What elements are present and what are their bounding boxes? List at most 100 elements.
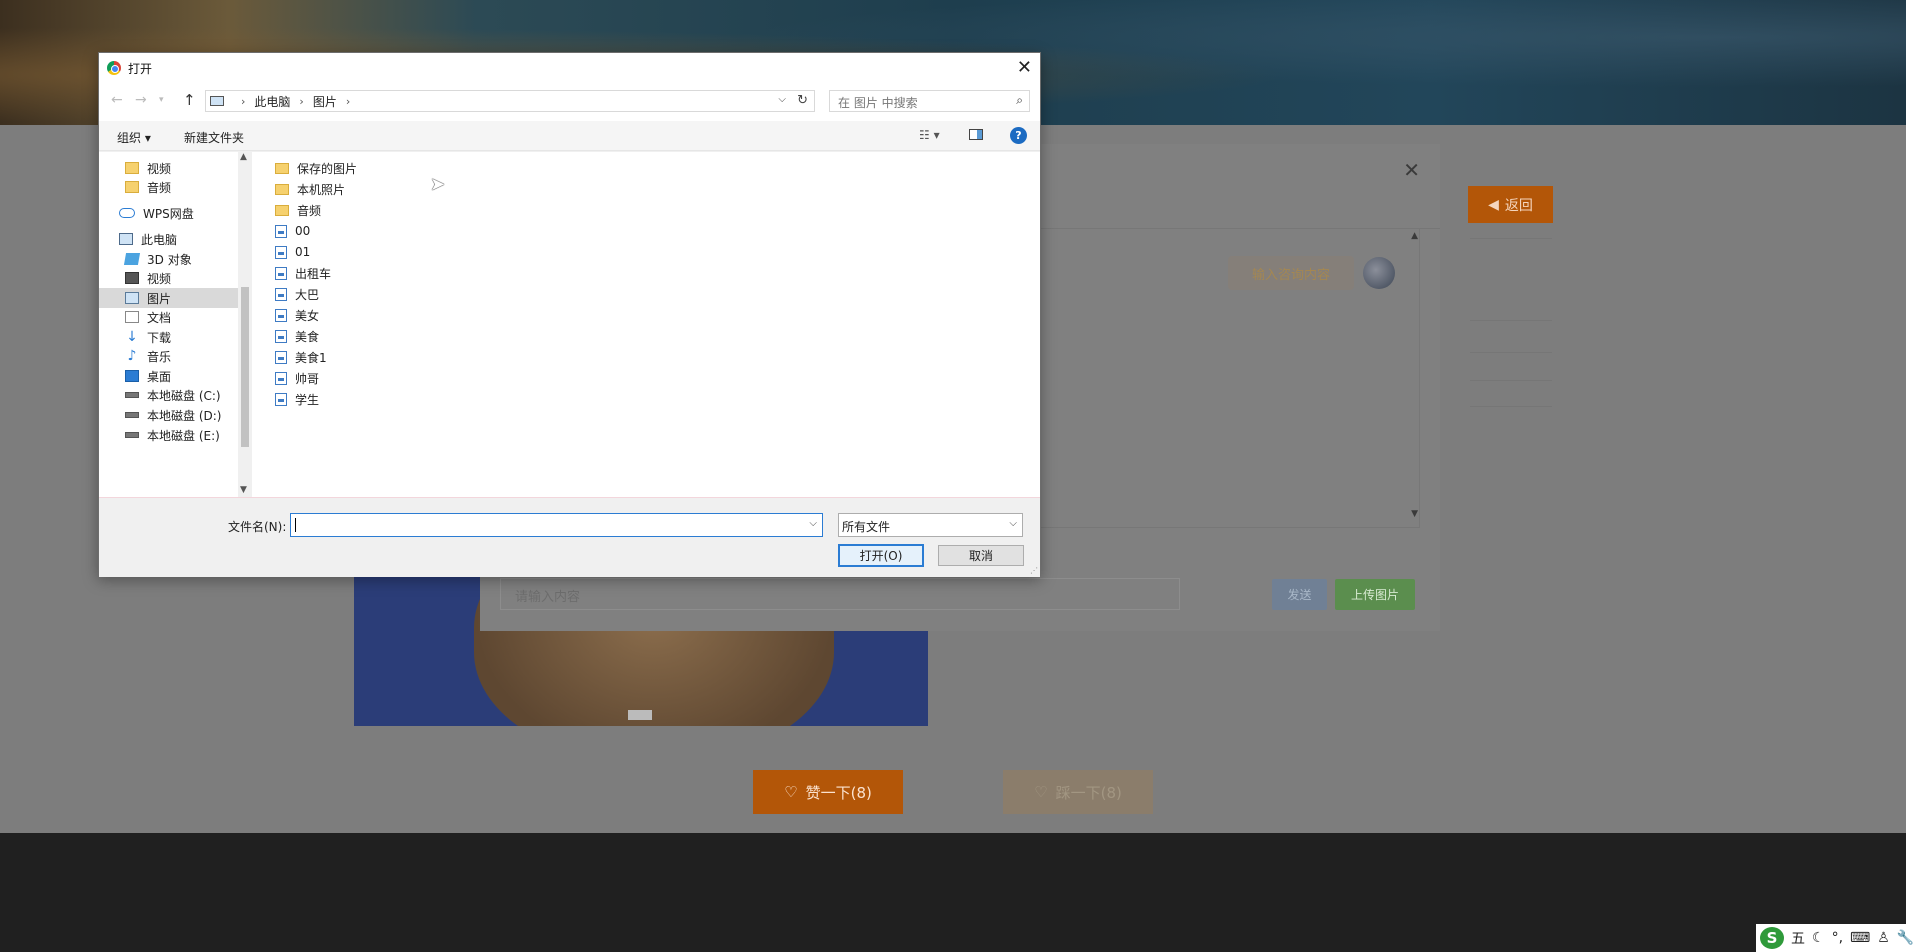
sogou-icon[interactable]: S <box>1760 927 1784 949</box>
nav-item[interactable]: 本地磁盘 (C:) <box>99 385 238 405</box>
nav-item[interactable]: WPS网盘 <box>99 203 238 223</box>
nav-scrollbar[interactable]: ▲ ▼ <box>238 152 252 497</box>
file-name: 01 <box>295 245 311 259</box>
file-item[interactable]: 美食1 <box>275 347 327 367</box>
scroll-down-icon[interactable]: ▼ <box>240 485 247 495</box>
search-icon: ⌕ <box>1016 93 1023 107</box>
open-button[interactable]: 打开(O) <box>838 544 924 567</box>
file-item[interactable]: 帅哥 <box>275 368 319 388</box>
scroll-up-icon[interactable]: ▲ <box>240 152 247 162</box>
scroll-down-icon[interactable]: ▼ <box>1411 509 1418 519</box>
file-item[interactable]: 保存的图片 <box>275 158 357 178</box>
cancel-button[interactable]: 取消 <box>938 545 1024 566</box>
recent-dropdown-icon[interactable]: ▾ <box>159 95 164 105</box>
nav-item[interactable]: 桌面 <box>99 366 238 386</box>
breadcrumb-item[interactable]: 图片 <box>313 93 337 110</box>
up-arrow-icon[interactable]: ↑ <box>183 91 196 109</box>
nav-item[interactable]: 3D 对象 <box>99 249 238 269</box>
file-item[interactable]: 美女 <box>275 305 319 325</box>
file-item[interactable]: 01 <box>275 242 310 262</box>
ime-mode[interactable]: 五 <box>1791 928 1805 948</box>
punctuation-icon[interactable]: °, <box>1832 930 1843 946</box>
chat-input[interactable]: 请输入内容 <box>500 578 1180 610</box>
nav-item[interactable]: 视频 <box>99 158 238 178</box>
filetype-select[interactable]: 所有文件 ⌵ <box>838 513 1023 537</box>
file-item[interactable]: 学生 <box>275 389 319 409</box>
image-file-icon <box>275 329 287 343</box>
address-bar[interactable]: › 此电脑 › 图片 › ⌵ ↻ <box>205 90 815 112</box>
nav-item[interactable]: 本地磁盘 (D:) <box>99 405 238 425</box>
person-icon[interactable]: ♙ <box>1877 930 1890 946</box>
divider <box>1470 380 1552 381</box>
file-item[interactable]: 美食 <box>275 326 319 346</box>
back-button[interactable]: ◀ 返回 <box>1468 186 1553 223</box>
nav-item-label: 3D 对象 <box>147 252 192 267</box>
close-icon[interactable]: ✕ <box>1403 158 1420 182</box>
preview-pane-icon[interactable] <box>969 129 983 140</box>
forward-arrow-icon[interactable]: → <box>135 92 147 108</box>
drive-icon <box>125 392 139 398</box>
search-input[interactable]: 在 图片 中搜索 ⌕ <box>829 90 1030 112</box>
view-options-icon[interactable]: ☷ ▾ <box>919 128 940 142</box>
folder-icon <box>125 181 139 193</box>
close-icon[interactable]: ✕ <box>1017 57 1032 78</box>
file-name: 学生 <box>295 392 320 407</box>
nav-item-label: 文档 <box>147 310 172 325</box>
breadcrumb-item[interactable]: 此电脑 <box>254 93 290 110</box>
nav-item[interactable]: 音频 <box>99 177 238 197</box>
file-name: 大巴 <box>295 287 320 302</box>
file-list: 保存的图片本机照片音频 00 01 出租车大巴美女 美食美食1 帅哥学生 <box>252 152 1040 497</box>
refresh-icon[interactable]: ↻ <box>797 93 808 108</box>
ime-toolbar[interactable]: S 五 ☾ °, ⌨ ♙ 🔧 <box>1756 924 1920 952</box>
folder-icon <box>275 204 289 216</box>
send-button[interactable]: 发送 <box>1272 579 1327 610</box>
chevron-down-icon[interactable]: ⌵ <box>809 518 817 529</box>
back-arrow-icon[interactable]: ← <box>111 92 123 108</box>
dialog-titlebar[interactable]: 打开 ✕ <box>99 53 1040 83</box>
filename-input[interactable]: ⌵ <box>290 513 823 537</box>
file-name: 美食1 <box>295 350 327 365</box>
nav-item[interactable]: ↓ 下载 <box>99 327 238 347</box>
file-item[interactable]: 音频 <box>275 200 321 220</box>
chevron-down-icon[interactable]: ⌵ <box>778 94 786 105</box>
help-icon[interactable]: ? <box>1010 127 1027 144</box>
file-item[interactable]: 大巴 <box>275 284 319 304</box>
file-item[interactable]: 出租车 <box>275 263 331 283</box>
resize-grip-icon[interactable]: ⋰ <box>1030 566 1038 575</box>
file-name: 本机照片 <box>297 182 346 197</box>
moon-icon[interactable]: ☾ <box>1812 930 1825 946</box>
nav-item-label: WPS网盘 <box>143 206 194 221</box>
dislike-button[interactable]: ♡ 踩一下(8) <box>1003 770 1153 814</box>
nav-item[interactable]: 图片 <box>99 288 238 308</box>
file-open-dialog: 打开 ✕ ← → ▾ ↑ › 此电脑 › 图片 › ⌵ ↻ 在 图片 中搜索 ⌕… <box>98 52 1041 577</box>
organize-menu[interactable]: 组织 ▾ <box>117 129 151 146</box>
nav-item[interactable]: ♪ 音乐 <box>99 346 238 366</box>
carousel-indicator[interactable] <box>628 710 652 720</box>
navigation-bar: ← → ▾ ↑ › 此电脑 › 图片 › ⌵ ↻ 在 图片 中搜索 ⌕ <box>99 83 1040 121</box>
nav-item[interactable]: 文档 <box>99 307 238 327</box>
document-icon <box>125 311 139 323</box>
nav-item-label: 下载 <box>147 330 172 345</box>
nav-item-label: 视频 <box>147 271 172 286</box>
nav-item-label: 音频 <box>147 180 172 195</box>
file-name: 出租车 <box>295 266 332 281</box>
folder-icon <box>125 162 139 174</box>
dialog-title: 打开 <box>128 61 153 76</box>
scroll-up-icon[interactable]: ▲ <box>1411 231 1418 241</box>
file-item[interactable]: 本机照片 <box>275 179 345 199</box>
nav-item[interactable]: 本地磁盘 (E:) <box>99 425 238 445</box>
like-button[interactable]: ♡ 赞一下(8) <box>753 770 903 814</box>
upload-image-button[interactable]: 上传图片 <box>1335 579 1415 610</box>
file-item[interactable]: 00 <box>275 221 310 241</box>
folder-icon <box>275 162 289 174</box>
file-name: 帅哥 <box>295 371 320 386</box>
nav-item[interactable]: 此电脑 <box>99 229 238 249</box>
wrench-icon[interactable]: 🔧 <box>1897 930 1914 946</box>
new-folder-button[interactable]: 新建文件夹 <box>184 129 244 146</box>
dialog-footer: 文件名(N): ⌵ 所有文件 ⌵ 打开(O) 取消 ⋰ <box>99 497 1040 577</box>
navigation-pane: 视频 音频 WPS网盘 此电脑 3D 对象 视频 图片 文档 ↓ 下载 ♪ 音乐 桌面 本地磁盘 (C:)… <box>99 152 238 497</box>
keyboard-icon[interactable]: ⌨ <box>1850 930 1870 946</box>
file-name: 保存的图片 <box>297 161 358 176</box>
nav-item-label: 本地磁盘 (D:) <box>147 408 222 423</box>
nav-item[interactable]: 视频 <box>99 268 238 288</box>
